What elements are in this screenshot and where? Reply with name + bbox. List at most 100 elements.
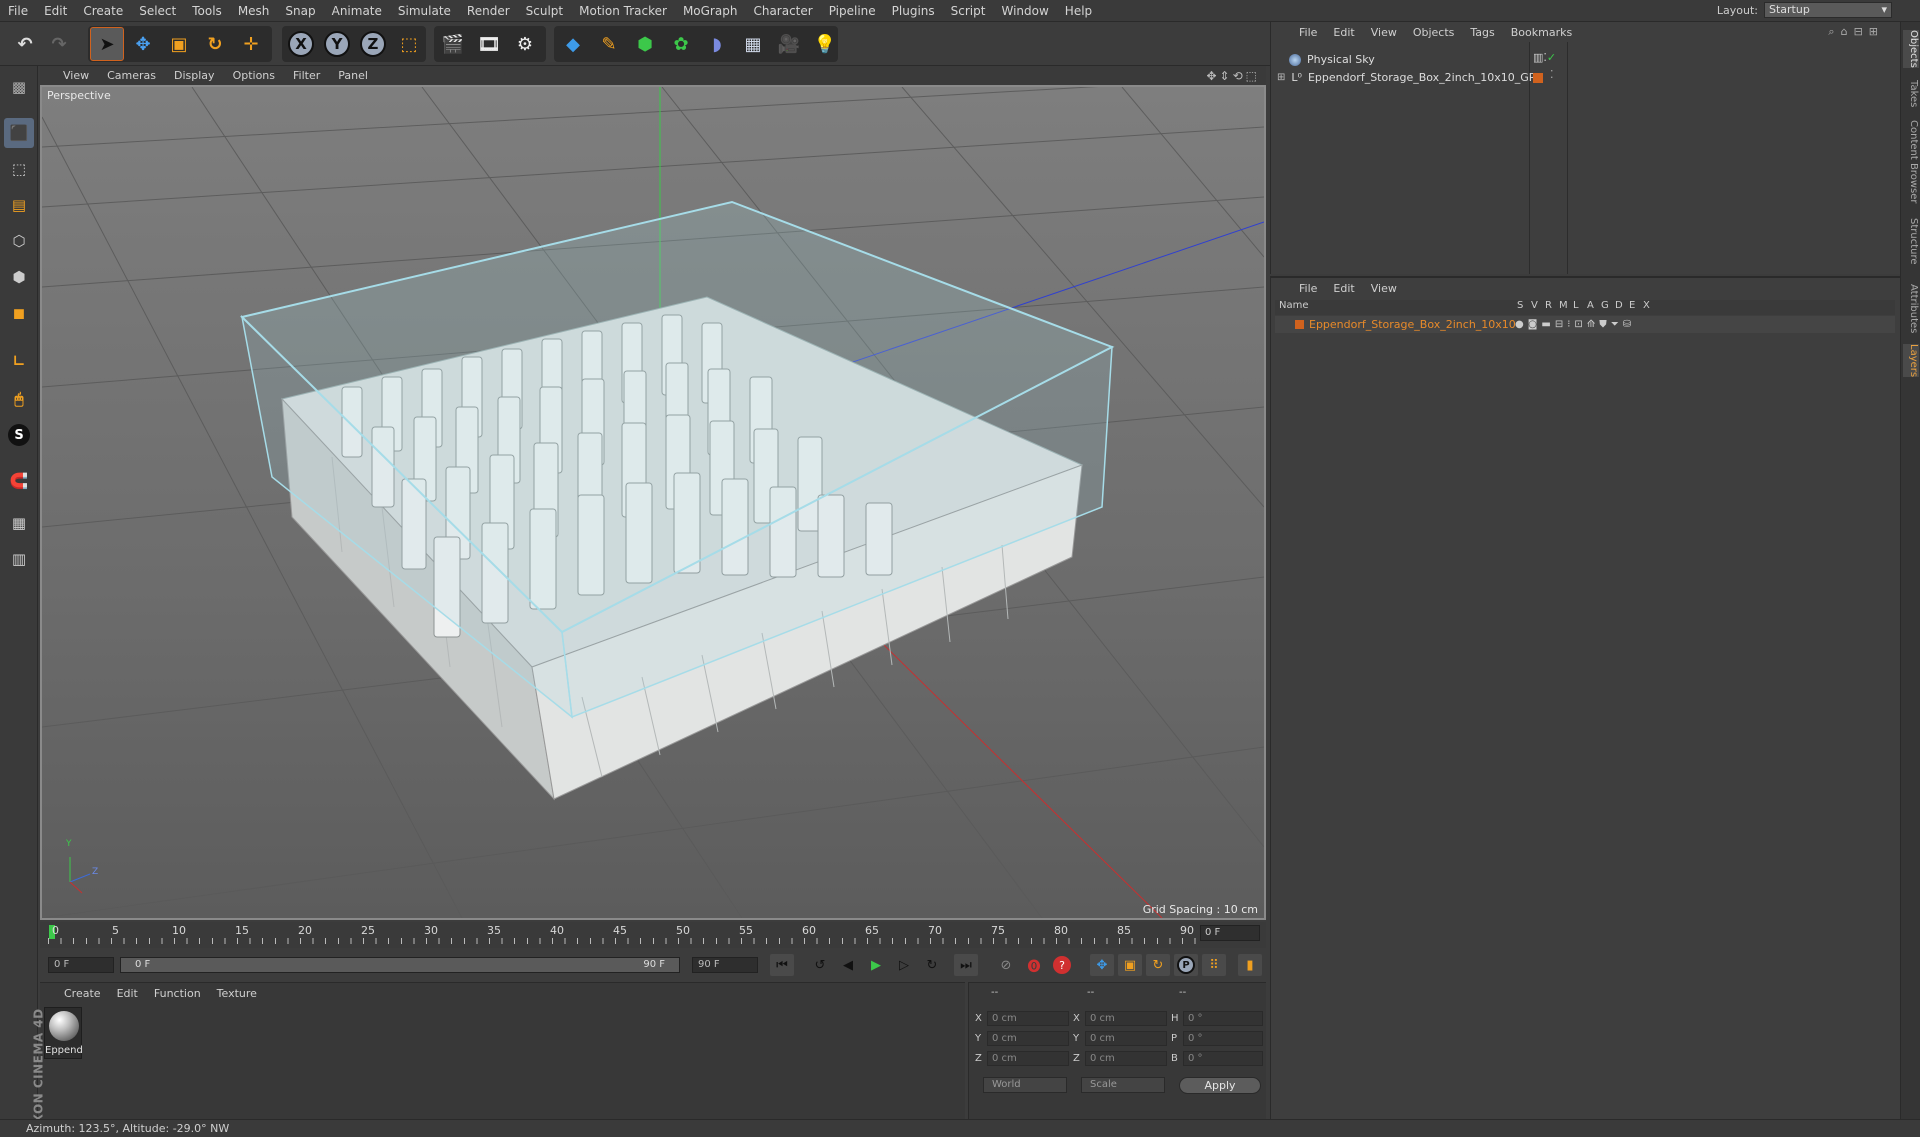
model-mode-icon[interactable]: ⬛	[4, 118, 34, 148]
layer-tag-swatch[interactable]	[1533, 73, 1543, 83]
edges-mode-icon[interactable]: ⬢	[4, 262, 34, 292]
menu-create[interactable]: Create	[75, 0, 131, 22]
current-frame-field[interactable]: 0 F	[1200, 925, 1260, 941]
material-menu-texture[interactable]: Texture	[209, 987, 265, 1000]
size-y-field[interactable]: 0 cm	[1085, 1031, 1167, 1046]
go-to-end-icon[interactable]: ⏭	[954, 954, 978, 976]
select-arrow-icon[interactable]: ➤	[90, 27, 124, 61]
tab-objects[interactable]: Objects	[1903, 30, 1919, 68]
cloner-icon[interactable]: ✿	[664, 27, 698, 61]
key-position-icon[interactable]: ✥	[1090, 954, 1114, 976]
lm-menu-view[interactable]: View	[1363, 282, 1405, 295]
menu-window[interactable]: Window	[993, 0, 1056, 22]
size-x-field[interactable]: 0 cm	[1085, 1011, 1167, 1026]
viewport-menu-view[interactable]: View	[54, 69, 98, 82]
layer-toggles-icon[interactable]: ●◙▬⊟⁝⊡⟰⛊⏷⛁	[1515, 316, 1635, 333]
viewport-menu-options[interactable]: Options	[224, 69, 284, 82]
render-view-icon[interactable]: 🎬	[436, 27, 470, 61]
menu-select[interactable]: Select	[131, 0, 184, 22]
menu-plugins[interactable]: Plugins	[884, 0, 943, 22]
deformer-icon[interactable]: ◗	[700, 27, 734, 61]
previous-key-icon[interactable]: ↺	[808, 954, 832, 976]
perspective-viewport[interactable]: Perspective Y Z Grid Spacing : 10 cm	[40, 85, 1266, 920]
menu-mesh[interactable]: Mesh	[230, 0, 278, 22]
om-search-icons[interactable]: ⌕⌂⊟⊞	[1820, 25, 1892, 39]
lm-menu-file[interactable]: File	[1291, 282, 1325, 295]
layout-dropdown[interactable]: Startup	[1764, 2, 1892, 18]
end-frame-field[interactable]: 90 F	[692, 957, 758, 973]
key-scale-icon[interactable]: ▣	[1118, 954, 1142, 976]
render-picture-viewer-icon[interactable]: 🎞	[472, 27, 506, 61]
points-mode-icon[interactable]: ⬡	[4, 226, 34, 256]
recent-tools-icon[interactable]: ✛	[234, 27, 268, 61]
menu-render[interactable]: Render	[459, 0, 518, 22]
pen-spline-icon[interactable]: ✎	[592, 27, 626, 61]
undo-icon[interactable]: ↶	[8, 27, 42, 61]
material-menu-create[interactable]: Create	[56, 987, 109, 1000]
key-parameter-icon[interactable]: P	[1174, 954, 1198, 976]
axis-z-lock[interactable]: Z	[356, 27, 390, 61]
om-menu-view[interactable]: View	[1363, 26, 1405, 39]
object-row-physical-sky[interactable]: Physical Sky	[1289, 51, 1375, 69]
rotate-tool-icon[interactable]: ↻	[198, 27, 232, 61]
layer-name[interactable]: Eppendorf_Storage_Box_2inch_10x10	[1309, 316, 1516, 333]
menu-script[interactable]: Script	[943, 0, 994, 22]
play-forward-icon[interactable]: ▶	[864, 954, 888, 976]
tweak-mode-icon[interactable]: 🖱	[4, 384, 34, 414]
next-frame-icon[interactable]: ▷	[892, 954, 916, 976]
menu-file[interactable]: File	[0, 0, 36, 22]
locked-workplane-icon[interactable]: ▥	[4, 544, 34, 574]
object-row-storage-box-group[interactable]: ⊞ L⁰ Eppendorf_Storage_Box_2inch_10x10_G…	[1277, 69, 1543, 87]
om-menu-edit[interactable]: Edit	[1325, 26, 1362, 39]
workplane-grid-icon[interactable]: ▦	[4, 508, 34, 538]
rotation-b-field[interactable]: 0 °	[1183, 1051, 1263, 1066]
axis-x-lock[interactable]: X	[284, 27, 318, 61]
light-icon[interactable]: 💡	[808, 27, 842, 61]
texture-mode-icon[interactable]: ⬚	[4, 154, 34, 184]
timeline-window-icon[interactable]: ▮	[1238, 954, 1262, 976]
subdivision-generator-icon[interactable]: ⬢	[628, 27, 662, 61]
render-visibility-check-icon[interactable]: ▥⁚✓	[1533, 51, 1556, 64]
camera-icon[interactable]: 🎥	[772, 27, 806, 61]
auto-keyframing-icon[interactable]: ?	[1050, 954, 1074, 976]
previous-frame-icon[interactable]: ◀	[836, 954, 860, 976]
cube-primitive-icon[interactable]: ◆	[556, 27, 590, 61]
om-menu-file[interactable]: File	[1291, 26, 1325, 39]
menu-mograph[interactable]: MoGraph	[675, 0, 746, 22]
key-rotation-icon[interactable]: ↻	[1146, 954, 1170, 976]
viewport-menu-filter[interactable]: Filter	[284, 69, 329, 82]
snap-icon[interactable]: S	[4, 420, 34, 450]
menu-sculpt[interactable]: Sculpt	[518, 0, 571, 22]
menu-motion-tracker[interactable]: Motion Tracker	[571, 0, 675, 22]
redo-icon[interactable]: ↷	[42, 27, 76, 61]
axis-mode-icon[interactable]: ∟	[4, 346, 34, 376]
rotation-p-field[interactable]: 0 °	[1183, 1031, 1263, 1046]
scale-tool-icon[interactable]: ▣	[162, 27, 196, 61]
tab-structure[interactable]: Structure	[1903, 218, 1919, 265]
floor-environment-icon[interactable]: ▦	[736, 27, 770, 61]
size-mode-dropdown[interactable]: Scale	[1081, 1077, 1165, 1093]
om-menu-tags[interactable]: Tags	[1462, 26, 1502, 39]
menu-pipeline[interactable]: Pipeline	[821, 0, 884, 22]
viewport-menu-panel[interactable]: Panel	[329, 69, 377, 82]
tab-content-browser[interactable]: Content Browser	[1903, 120, 1919, 203]
polygons-mode-icon[interactable]: ◼	[4, 298, 34, 328]
menu-edit[interactable]: Edit	[36, 0, 75, 22]
size-z-field[interactable]: 0 cm	[1085, 1051, 1167, 1066]
menu-character[interactable]: Character	[745, 0, 820, 22]
position-x-field[interactable]: 0 cm	[987, 1011, 1069, 1026]
magnet-icon[interactable]: 🧲	[4, 466, 34, 496]
start-frame-field[interactable]: 0 F	[48, 957, 114, 973]
tab-layers[interactable]: Layers	[1903, 344, 1919, 378]
coordinate-system-icon[interactable]: ⬚	[392, 27, 426, 61]
viewport-nav-icons[interactable]: ✥⇕⟲⬚	[1206, 69, 1260, 83]
axis-y-lock[interactable]: Y	[320, 27, 354, 61]
om-menu-bookmarks[interactable]: Bookmarks	[1503, 26, 1580, 39]
viewport-menu-cameras[interactable]: Cameras	[98, 69, 165, 82]
menu-simulate[interactable]: Simulate	[390, 0, 459, 22]
material-swatch[interactable]: Eppend	[44, 1007, 83, 1059]
material-menu-edit[interactable]: Edit	[109, 987, 146, 1000]
tab-takes[interactable]: Takes	[1903, 80, 1919, 107]
move-tool-icon[interactable]: ✥	[126, 27, 160, 61]
coordinate-space-dropdown[interactable]: World	[983, 1077, 1067, 1093]
